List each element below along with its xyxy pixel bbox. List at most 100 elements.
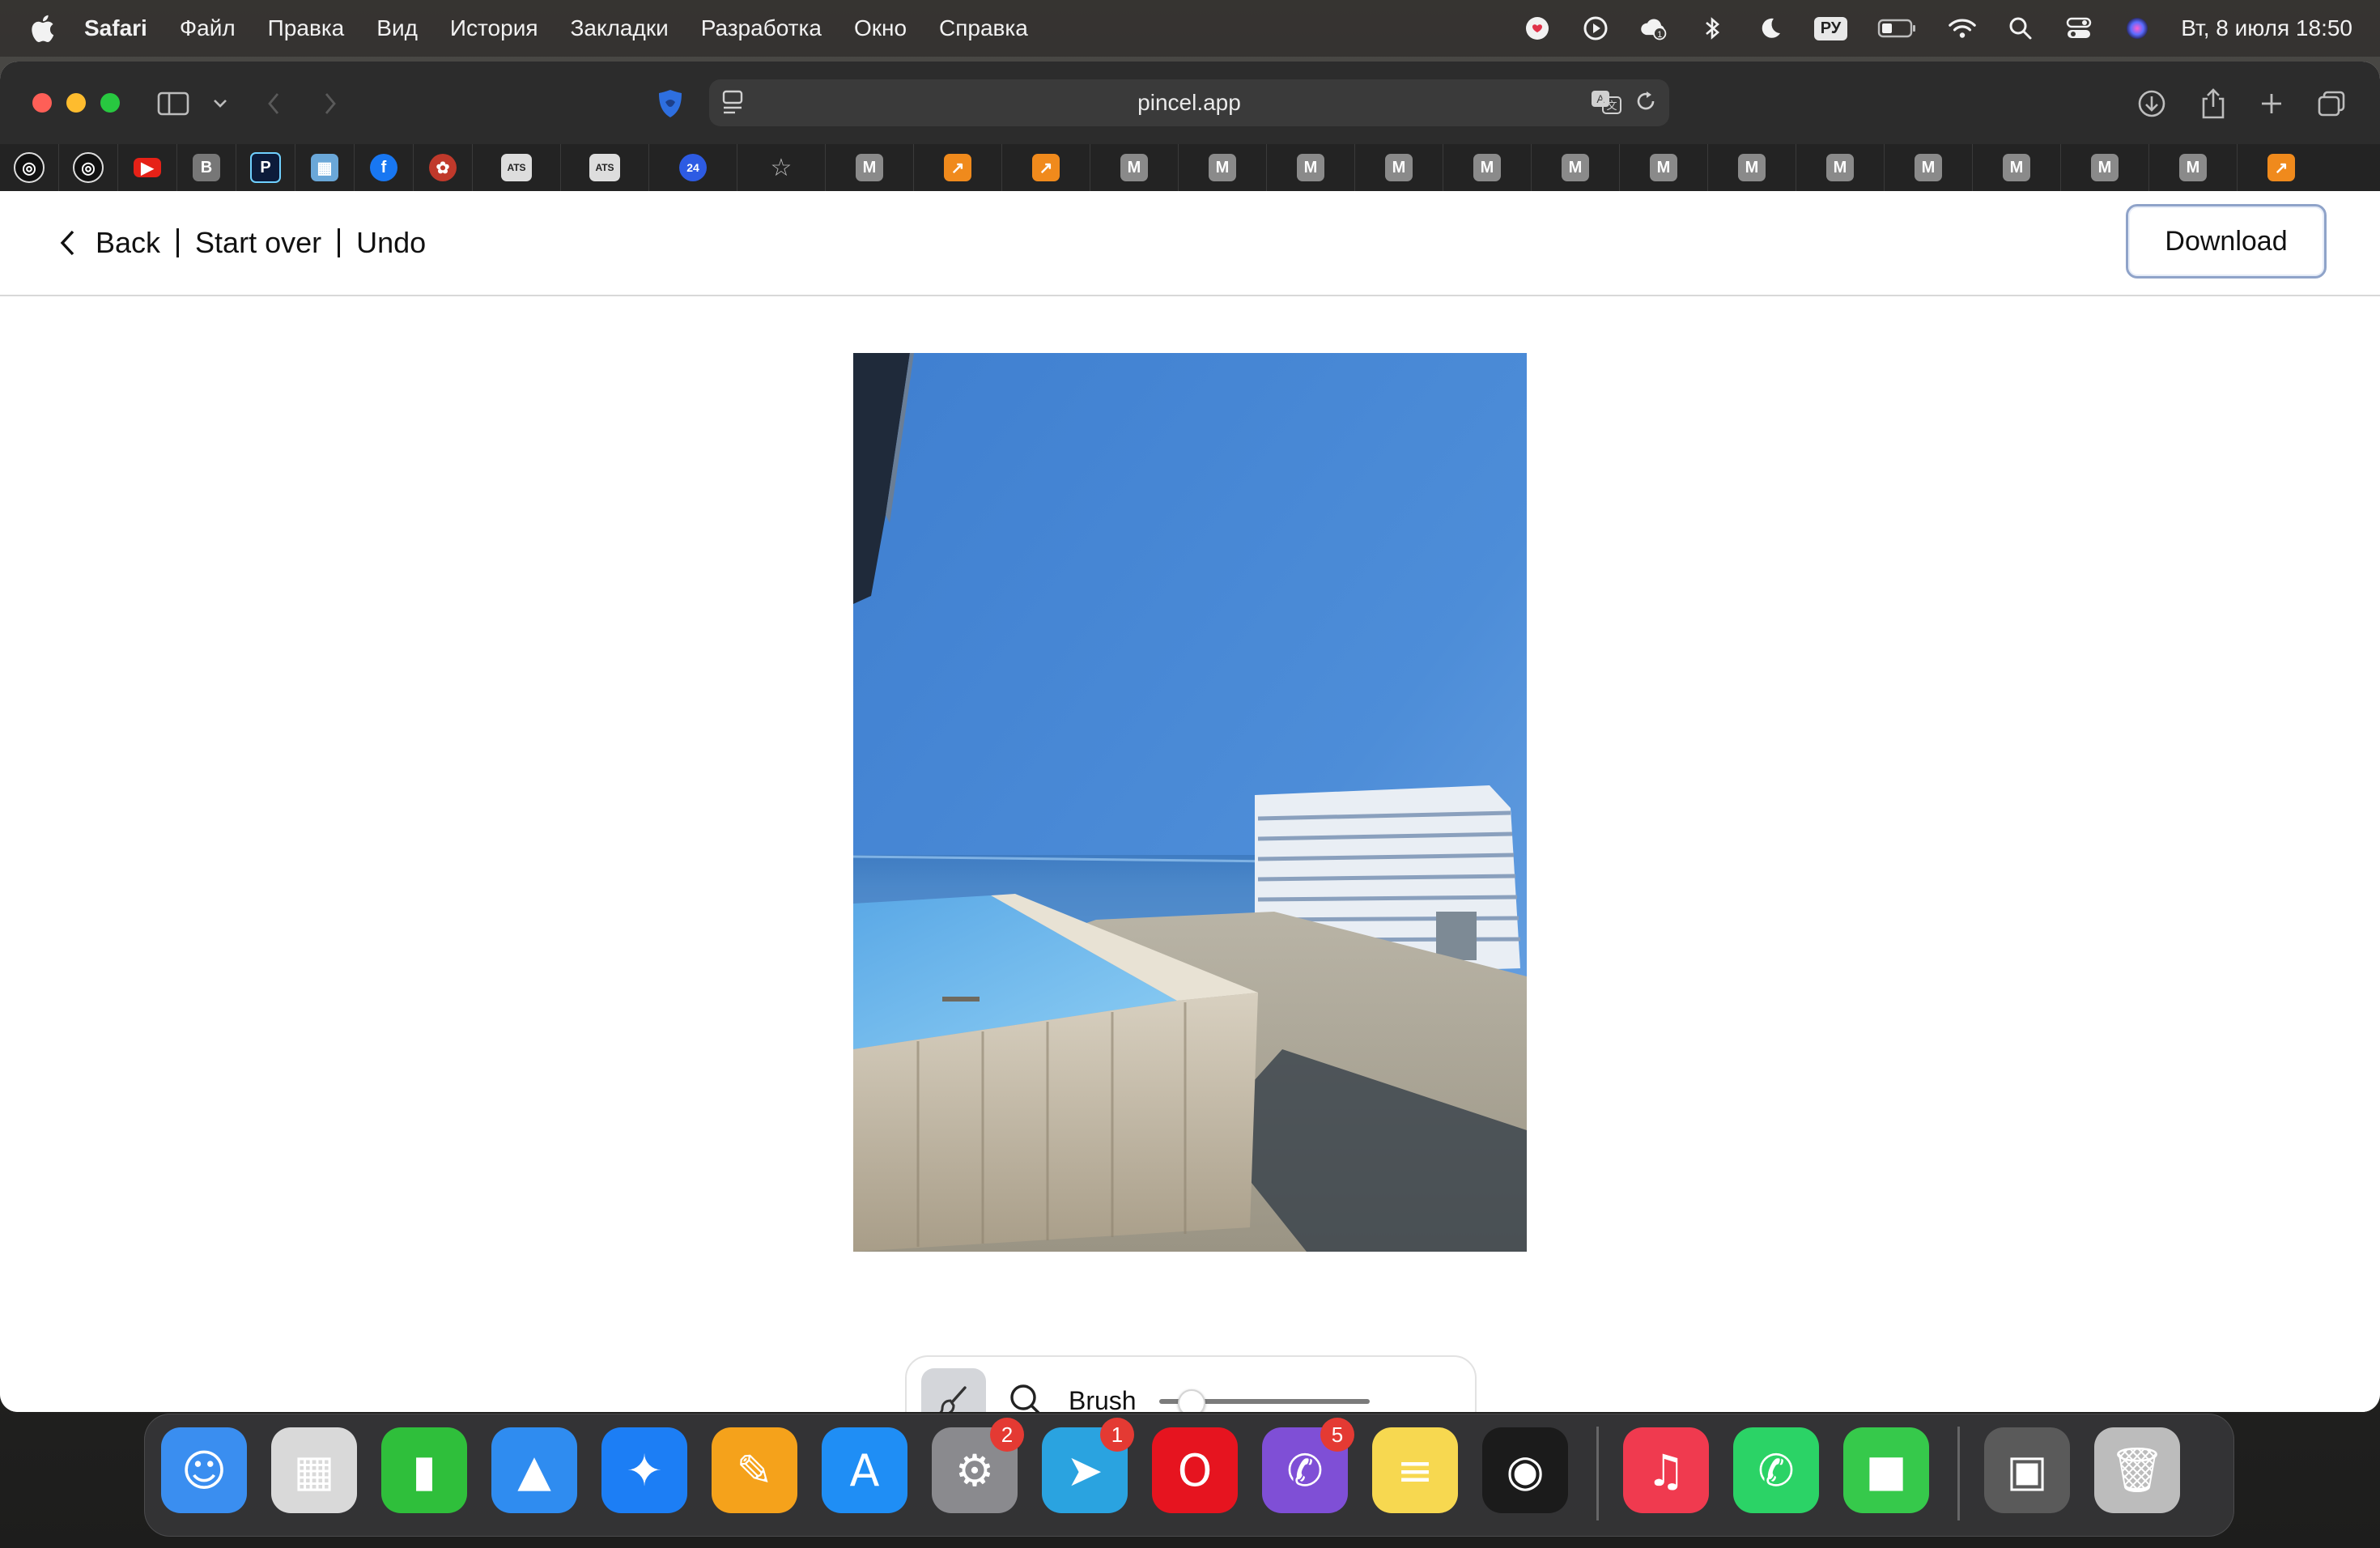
bookmark-m[interactable]: M bbox=[1090, 144, 1179, 191]
bookmark-m[interactable]: M bbox=[1179, 144, 1267, 191]
undo-button[interactable]: Undo bbox=[356, 226, 426, 260]
dock-app-music[interactable]: ♫ bbox=[1623, 1427, 1709, 1513]
close-window-button[interactable] bbox=[32, 93, 52, 113]
bookmark-m[interactable]: M bbox=[1885, 144, 1973, 191]
p-site-icon: P bbox=[250, 152, 281, 183]
tab-overview-icon[interactable] bbox=[2314, 86, 2349, 121]
bookmark-m[interactable]: M bbox=[826, 144, 914, 191]
bookmark-m[interactable]: M bbox=[1443, 144, 1532, 191]
bookmark-openai-2[interactable]: ◎ bbox=[59, 144, 118, 191]
brush-size-slider[interactable] bbox=[1158, 1384, 1370, 1412]
back-button[interactable]: Back bbox=[96, 226, 160, 260]
bookmark-ats-2[interactable]: ATS bbox=[561, 144, 649, 191]
bookmark-arrow[interactable]: ↗ bbox=[2238, 144, 2325, 191]
reload-icon[interactable] bbox=[1634, 89, 1658, 119]
dock-app-pages[interactable]: ✎ bbox=[712, 1427, 797, 1513]
menu-help[interactable]: Справка bbox=[939, 15, 1028, 41]
menu-edit[interactable]: Правка bbox=[268, 15, 345, 41]
photos-stack-icon: ▣ bbox=[2006, 1444, 2048, 1496]
bookmark-photo[interactable]: ▦ bbox=[295, 144, 355, 191]
slider-knob[interactable] bbox=[1177, 1389, 1205, 1412]
dock-app-telegram[interactable]: ➤ 1 bbox=[1042, 1418, 1134, 1513]
bookmark-m[interactable]: M bbox=[2061, 144, 2149, 191]
downloads-icon[interactable] bbox=[2134, 86, 2170, 121]
minimize-window-button[interactable] bbox=[66, 93, 86, 113]
bookmark-m[interactable]: M bbox=[1973, 144, 2061, 191]
privacy-shield-icon[interactable] bbox=[652, 86, 688, 121]
menu-app-name[interactable]: Safari bbox=[84, 15, 147, 41]
forward-nav-icon[interactable] bbox=[312, 86, 348, 121]
siri-icon[interactable] bbox=[2123, 14, 2152, 43]
bookmark-m[interactable]: M bbox=[1620, 144, 1708, 191]
moon-icon[interactable] bbox=[1756, 14, 1785, 43]
bookmark-m[interactable]: M bbox=[2149, 144, 2238, 191]
dock-app-facetime[interactable]: ■ bbox=[1843, 1427, 1929, 1513]
dock-app-launchpad[interactable]: ▦ bbox=[271, 1427, 357, 1513]
dock-app-opera[interactable]: O bbox=[1152, 1427, 1238, 1513]
cloud-icon[interactable]: 1 bbox=[1639, 14, 1668, 43]
play-icon[interactable] bbox=[1581, 14, 1610, 43]
bookmark-p[interactable]: P bbox=[236, 144, 295, 191]
apple-menu-icon[interactable] bbox=[29, 14, 55, 43]
download-button[interactable]: Download bbox=[2126, 204, 2327, 279]
page-menu-icon[interactable] bbox=[720, 88, 745, 121]
dock-app-notes[interactable]: ≡ bbox=[1372, 1427, 1458, 1513]
dock-app-photos-stack[interactable]: ▣ bbox=[1984, 1427, 2070, 1513]
bookmark-star[interactable]: ☆ bbox=[737, 144, 826, 191]
bookmark-app[interactable]: ✿ bbox=[414, 144, 473, 191]
menu-develop[interactable]: Разработка bbox=[701, 15, 822, 41]
bookmark-m[interactable]: M bbox=[1355, 144, 1443, 191]
start-over-button[interactable]: Start over bbox=[195, 226, 321, 260]
dock-app-viber[interactable]: ✆ 5 bbox=[1262, 1418, 1354, 1513]
notification-badge: 1 bbox=[1100, 1418, 1134, 1452]
dock-app-finder[interactable]: ☺ bbox=[161, 1427, 247, 1513]
bookmark-facebook[interactable]: f bbox=[355, 144, 414, 191]
translate-icon[interactable]: A文 bbox=[1590, 87, 1622, 121]
bookmark-youtube[interactable]: ▶ bbox=[118, 144, 177, 191]
dock-app-whatsapp[interactable]: ✆ bbox=[1733, 1427, 1819, 1513]
bookmark-arrow[interactable]: ↗ bbox=[914, 144, 1002, 191]
menu-history[interactable]: История bbox=[450, 15, 538, 41]
bookmark-ats-1[interactable]: ATS bbox=[473, 144, 561, 191]
control-center-icon[interactable] bbox=[2064, 14, 2093, 43]
bluetooth-icon[interactable] bbox=[1698, 14, 1727, 43]
facebook-icon: f bbox=[370, 154, 397, 181]
input-source-icon[interactable]: РУ bbox=[1813, 16, 1848, 40]
address-bar[interactable]: pincel.app A文 bbox=[709, 79, 1669, 126]
bookmark-m[interactable]: M bbox=[1267, 144, 1355, 191]
menu-window[interactable]: Окно bbox=[854, 15, 907, 41]
dock-app-trash[interactable]: 🗑 bbox=[2094, 1427, 2180, 1513]
bookmark-m[interactable]: M bbox=[1708, 144, 1796, 191]
bookmark-m[interactable]: M bbox=[1796, 144, 1885, 191]
bookmark-b[interactable]: B bbox=[177, 144, 236, 191]
zoom-window-button[interactable] bbox=[100, 93, 120, 113]
dock-app-numbers[interactable]: ▮ bbox=[381, 1427, 467, 1513]
chevron-left-icon[interactable] bbox=[57, 228, 79, 257]
menu-bookmarks[interactable]: Закладки bbox=[571, 15, 669, 41]
chevron-down-icon[interactable] bbox=[202, 86, 238, 121]
new-tab-icon[interactable] bbox=[2254, 86, 2289, 121]
wifi-icon[interactable] bbox=[1948, 14, 1977, 43]
back-nav-icon[interactable] bbox=[256, 86, 291, 121]
svg-text:1: 1 bbox=[1657, 30, 1662, 40]
bookmark-openai-1[interactable]: ◎ bbox=[0, 144, 59, 191]
bookmark-24[interactable]: 24 bbox=[649, 144, 737, 191]
sidebar-toggle-icon[interactable] bbox=[155, 86, 191, 121]
menu-file[interactable]: Файл bbox=[180, 15, 236, 41]
brush-tool-button[interactable] bbox=[921, 1368, 986, 1412]
dock-app-app-store[interactable]: A bbox=[822, 1427, 907, 1513]
zoom-tool-button[interactable] bbox=[1007, 1381, 1046, 1412]
dock-app-system-settings[interactable]: ⚙ 2 bbox=[932, 1418, 1024, 1513]
bookmark-m[interactable]: M bbox=[1532, 144, 1620, 191]
notification-app-icon[interactable] bbox=[1523, 14, 1552, 43]
dock-app-safari[interactable]: ✦ bbox=[601, 1427, 687, 1513]
menu-view[interactable]: Вид bbox=[376, 15, 418, 41]
dock-app-camo[interactable]: ◉ bbox=[1482, 1427, 1568, 1513]
edited-photo-canvas[interactable] bbox=[853, 353, 1527, 1252]
search-icon[interactable] bbox=[2006, 14, 2035, 43]
bookmark-arrow[interactable]: ↗ bbox=[1002, 144, 1090, 191]
battery-icon[interactable] bbox=[1876, 14, 1919, 43]
share-icon[interactable] bbox=[2195, 86, 2231, 121]
menu-bar-clock[interactable]: Вт, 8 июля 18:50 bbox=[2181, 15, 2352, 41]
dock-app-keynote[interactable]: ▲ bbox=[491, 1427, 577, 1513]
